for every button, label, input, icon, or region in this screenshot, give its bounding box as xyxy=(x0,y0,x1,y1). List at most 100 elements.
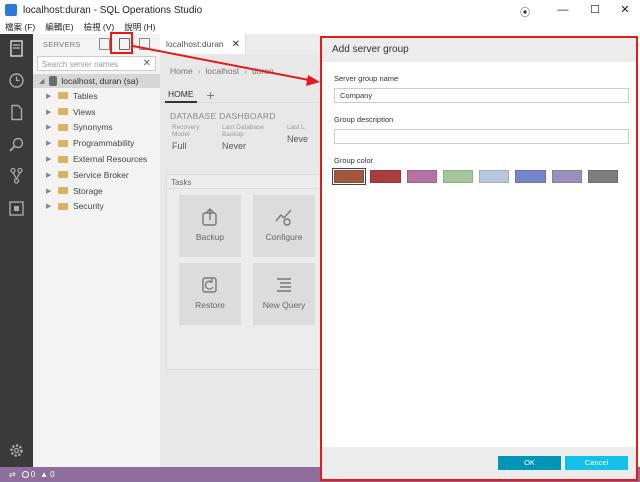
expand-icon[interactable]: ▶ xyxy=(46,155,55,163)
tab-label: localhost:duran xyxy=(166,39,224,49)
color-swatch[interactable] xyxy=(587,170,618,183)
history-icon[interactable] xyxy=(8,72,25,89)
dialog-body: Server group name Group description Grou… xyxy=(322,62,636,195)
clear-search-icon[interactable]: ✕ xyxy=(143,58,151,69)
color-swatch[interactable] xyxy=(331,168,367,185)
folder-icon xyxy=(58,202,68,210)
tree-item-service-broker[interactable]: ▶ Service Broker xyxy=(33,167,160,183)
backup-task-button[interactable]: Backup xyxy=(179,195,241,257)
close-button[interactable]: ✕ xyxy=(610,2,640,18)
tab-close-icon[interactable]: ✕ xyxy=(232,39,240,50)
title-bar: localhost:duran - SQL Operations Studio … xyxy=(0,0,640,20)
tab-localhost-duran[interactable]: localhost:duran ✕ xyxy=(160,34,246,54)
configure-task-button[interactable]: Configure xyxy=(253,195,315,257)
task-label: New Query xyxy=(262,300,306,310)
tree-item-synonyms[interactable]: ▶ Synonyms xyxy=(33,120,160,136)
color-swatches xyxy=(331,168,624,185)
tree-item-tables[interactable]: ▶ Tables xyxy=(33,88,160,104)
chevron-right-icon: › xyxy=(197,66,201,76)
backup-icon xyxy=(202,208,217,226)
pin-icon[interactable]: ⦿ xyxy=(520,4,530,19)
task-label: Restore xyxy=(195,300,225,310)
color-swatch[interactable] xyxy=(370,170,401,183)
warning-count[interactable]: 0 xyxy=(50,470,54,479)
color-swatch[interactable] xyxy=(479,170,510,183)
property-last-backup: Last Database Backup Never xyxy=(222,124,275,151)
menu-bar: 檔案 (F) 編輯(E) 檢視 (V) 說明 (H) xyxy=(0,20,640,34)
breadcrumb-database[interactable]: duran xyxy=(252,66,274,76)
add-server-group-dialog: Add server group Server group name Group… xyxy=(320,36,638,481)
dashboard-title: DATABASE DASHBOARD xyxy=(170,111,276,121)
tree-item-label: Synonyms xyxy=(73,122,113,133)
menu-edit[interactable]: 編輯(E) xyxy=(45,21,73,33)
color-swatch[interactable] xyxy=(515,170,546,183)
minimize-button[interactable]: — xyxy=(548,2,578,18)
server-search-input[interactable]: Search server names ✕ xyxy=(37,56,156,71)
property-label: Recovery Model xyxy=(172,124,200,138)
tree-item-label: External Resources xyxy=(73,154,148,165)
property-label: Last Database Backup xyxy=(222,124,264,138)
collapse-icon[interactable]: ◢ xyxy=(39,77,44,85)
server-label: localhost, duran (sa) xyxy=(61,76,139,86)
add-tab-button[interactable]: + xyxy=(207,87,215,103)
tree-item-security[interactable]: ▶ Security xyxy=(33,199,160,215)
restore-task-button[interactable]: Restore xyxy=(179,263,241,325)
menu-file[interactable]: 檔案 (F) xyxy=(5,21,35,33)
new-query-task-button[interactable]: New Query xyxy=(253,263,315,325)
breadcrumb-home[interactable]: Home xyxy=(170,66,193,76)
expand-icon[interactable]: ▶ xyxy=(46,187,55,195)
folder-icon xyxy=(58,155,68,163)
property-label: Last L xyxy=(286,124,305,131)
expand-icon[interactable]: ▶ xyxy=(46,123,55,131)
group-name-input[interactable] xyxy=(334,88,629,103)
color-swatch[interactable] xyxy=(406,170,437,183)
extensions-icon[interactable] xyxy=(8,200,25,217)
servers-sidebar: SERVERS Search server names ✕ ◢ localhos… xyxy=(33,34,160,467)
folder-icon xyxy=(58,187,68,195)
server-node[interactable]: ◢ localhost, duran (sa) xyxy=(33,74,160,88)
expand-icon[interactable]: ▶ xyxy=(46,92,55,100)
dialog-footer: OK Cancel xyxy=(322,447,636,479)
folder-icon xyxy=(58,171,68,179)
active-connections-icon[interactable] xyxy=(139,38,150,50)
tree-item-programmability[interactable]: ▶ Programmability xyxy=(33,135,160,151)
ok-button[interactable]: OK xyxy=(498,456,561,470)
group-description-input[interactable] xyxy=(334,129,629,144)
highlight-box xyxy=(110,32,133,54)
new-query-icon xyxy=(277,278,291,292)
maximize-button[interactable]: ☐ xyxy=(580,2,610,18)
error-count[interactable]: 0 xyxy=(31,470,35,479)
tree-item-views[interactable]: ▶ Views xyxy=(33,104,160,120)
expand-icon[interactable]: ▶ xyxy=(46,139,55,147)
app-icon xyxy=(5,4,17,16)
group-color-label: Group color xyxy=(334,156,374,165)
warning-icon: ▲ xyxy=(40,470,49,479)
cancel-button[interactable]: Cancel xyxy=(565,456,628,470)
group-name-label: Server group name xyxy=(334,74,399,83)
dashboard-tabs: HOME + xyxy=(160,87,320,103)
color-swatch[interactable] xyxy=(551,170,582,183)
file-icon[interactable] xyxy=(8,104,25,121)
expand-icon[interactable]: ▶ xyxy=(46,202,55,210)
configure-icon xyxy=(275,209,292,226)
folder-icon xyxy=(58,139,68,147)
remote-icon[interactable]: ⇄ xyxy=(9,470,16,479)
error-icon xyxy=(21,471,29,478)
new-connection-icon[interactable] xyxy=(99,38,110,50)
tree-item-label: Security xyxy=(73,201,104,212)
servers-icon[interactable] xyxy=(8,40,25,57)
expand-icon[interactable]: ▶ xyxy=(46,108,55,116)
tree-item-storage[interactable]: ▶ Storage xyxy=(33,183,160,199)
editor-area: localhost:duran ✕ Home › localhost › dur… xyxy=(160,34,326,467)
folder-icon xyxy=(58,108,68,116)
tab-home[interactable]: HOME xyxy=(165,87,197,103)
git-icon[interactable] xyxy=(8,167,25,184)
tree-item-external-resources[interactable]: ▶ External Resources xyxy=(33,151,160,167)
settings-icon[interactable] xyxy=(8,442,25,459)
search-icon[interactable] xyxy=(8,136,25,153)
breadcrumb-server[interactable]: localhost xyxy=(206,66,240,76)
tasks-widget: Tasks Backup Configure Restore New Query xyxy=(166,174,326,370)
expand-icon[interactable]: ▶ xyxy=(46,171,55,179)
color-swatch[interactable] xyxy=(442,170,473,183)
search-placeholder: Search server names xyxy=(42,60,119,69)
